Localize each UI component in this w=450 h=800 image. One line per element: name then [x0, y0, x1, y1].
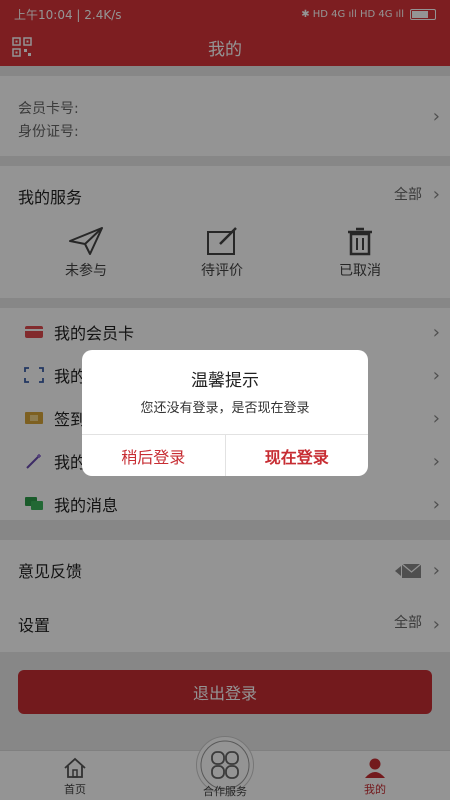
login-prompt-dialog: 温馨提示 您还没有登录，是否现在登录 稍后登录 现在登录 — [82, 350, 368, 476]
login-later-button[interactable]: 稍后登录 — [82, 435, 225, 476]
dialog-title: 温馨提示 — [191, 371, 259, 391]
dialog-buttons: 稍后登录 现在登录 — [82, 434, 368, 476]
login-now-button[interactable]: 现在登录 — [224, 435, 369, 476]
dialog-message: 您还没有登录，是否现在登录 — [140, 401, 310, 416]
